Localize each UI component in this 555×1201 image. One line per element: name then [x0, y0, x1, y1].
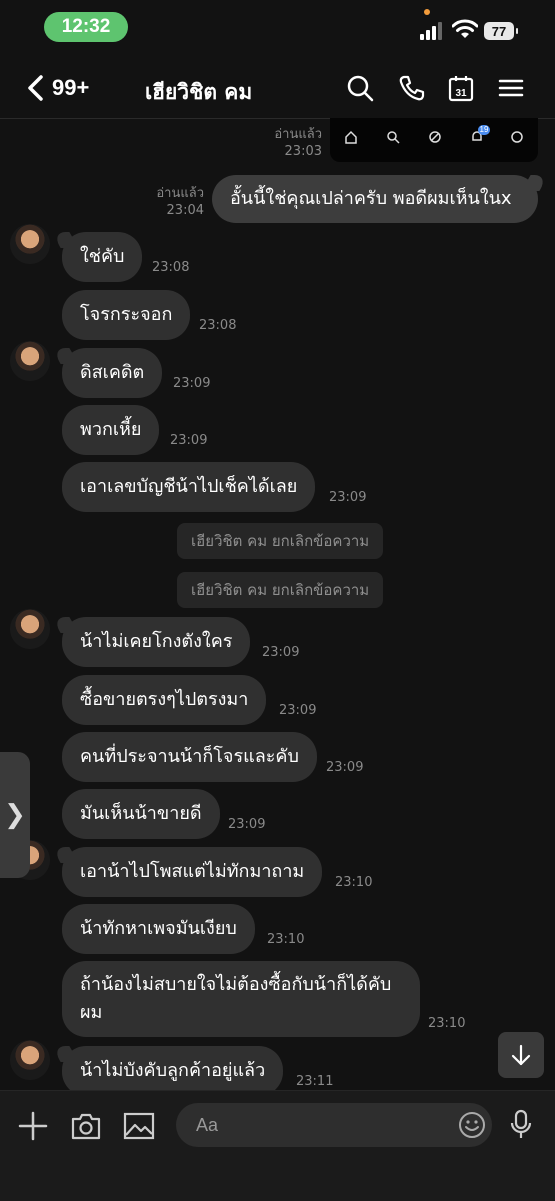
notification-badge: 19 [478, 125, 490, 135]
read-receipt: อ่านแล้ว [156, 186, 204, 201]
message-time: 23:10 [267, 932, 305, 947]
message-time: 23:11 [296, 1074, 334, 1089]
message-line: ถ้าน้องไม่สบายใจไม่ต้องซื้อกับน้าก็ได้คั… [80, 974, 392, 995]
calendar-icon[interactable]: 31 [447, 74, 475, 102]
message-bubble[interactable]: มันเห็นน้าขายดี [62, 789, 220, 839]
chat-icon [511, 131, 523, 143]
signal-icon [420, 22, 444, 40]
message-time: 23:08 [152, 260, 190, 275]
message-bubble[interactable]: น้าทักหาเพจมันเงียบ [62, 904, 255, 954]
unread-count: 99+ [52, 75, 90, 100]
avatar[interactable] [10, 341, 50, 381]
message-bubble[interactable]: น้าไม่บังคับลูกค้าอยู่แล้ว [62, 1046, 284, 1096]
message-time: 23:09 [326, 760, 364, 775]
message-bubble[interactable]: คนที่ประจานน้าก็โจรและคับ [62, 732, 317, 782]
slash-icon [429, 131, 441, 143]
message-bubble[interactable]: เอาเลขบัญชีน้าไปเช็คได้เลย [62, 462, 316, 512]
status-time: 12:32 [44, 12, 128, 42]
calendar-day: 31 [455, 88, 467, 99]
message-bubble[interactable]: โจรกระจอก [62, 290, 191, 340]
plus-icon[interactable] [18, 1111, 48, 1141]
message-time: 23:10 [428, 1016, 466, 1031]
message-bubble[interactable]: อั้นนี้ใช่คุณเปล่าครับ พอดีผมเห็นในx [212, 175, 538, 223]
system-message-unsent: เฮียวิชิต คม ยกเลิกข้อความ [177, 523, 384, 559]
search-icon [387, 131, 400, 144]
message-time: 23:09 [228, 817, 266, 832]
camera-icon[interactable] [70, 1111, 102, 1141]
avatar[interactable] [10, 1040, 50, 1080]
message-time: 23:09 [173, 376, 211, 391]
message-line: ผม [80, 1002, 103, 1023]
message-time: 23:09 [170, 433, 208, 448]
message-composer: Aa [0, 1090, 555, 1201]
back-button[interactable]: 99+ [26, 74, 89, 102]
home-icon [345, 130, 357, 144]
message-bubble[interactable]: ดิสเคดิต [62, 348, 163, 398]
message-bubble-multiline[interactable]: ถ้าน้องไม่สบายใจไม่ต้องซื้อกับน้าก็ได้คั… [62, 961, 420, 1037]
read-receipt: อ่านแล้ว [274, 127, 322, 142]
system-message-unsent: เฮียวิชิต คม ยกเลิกข้อความ [177, 572, 384, 608]
side-panel-toggle[interactable]: ❯ [0, 752, 30, 878]
message-bubble[interactable]: น้าไม่เคยโกงตังใคร [62, 617, 251, 667]
phone-icon[interactable] [398, 74, 426, 102]
message-bubble[interactable]: ซื้อขายตรงๆไปตรงมา [62, 675, 267, 725]
message-time: 23:03 [284, 144, 322, 159]
message-input[interactable]: Aa [176, 1103, 492, 1147]
scroll-to-bottom-button[interactable] [498, 1032, 544, 1078]
emoji-icon[interactable] [458, 1111, 486, 1139]
avatar[interactable] [10, 224, 50, 264]
battery-indicator: 77 [484, 22, 518, 40]
wifi-icon [452, 19, 478, 38]
chevron-right-icon: ❯ [4, 800, 26, 830]
status-bar: 12:32 77 [0, 0, 555, 56]
microphone-icon[interactable] [509, 1109, 533, 1141]
privacy-indicator [424, 9, 430, 15]
message-bubble[interactable]: เอาน้าไปโพสแต่ไม่ทักมาถาม [62, 847, 323, 897]
contact-name[interactable]: เฮียวิชิต คม [145, 76, 252, 109]
message-time: 23:10 [335, 875, 373, 890]
menu-icon[interactable] [497, 74, 525, 102]
avatar[interactable] [10, 609, 50, 649]
image-icon[interactable] [123, 1111, 155, 1141]
message-time: 23:09 [262, 645, 300, 660]
message-time: 23:09 [279, 703, 317, 718]
message-time: 23:04 [166, 203, 204, 218]
message-time: 23:09 [329, 490, 367, 505]
chat-header: 99+ เฮียวิชิต คม 31 [0, 56, 555, 119]
message-time: 23:08 [199, 318, 237, 333]
sent-image-preview[interactable]: 19 [330, 118, 538, 162]
message-bubble[interactable]: ใช่คับ [62, 232, 143, 282]
arrow-down-icon [511, 1044, 531, 1066]
message-input-placeholder: Aa [196, 1114, 219, 1135]
chevron-left-icon [28, 75, 43, 101]
search-icon[interactable] [346, 74, 374, 102]
message-bubble[interactable]: พวกเหี้ย [62, 405, 160, 455]
